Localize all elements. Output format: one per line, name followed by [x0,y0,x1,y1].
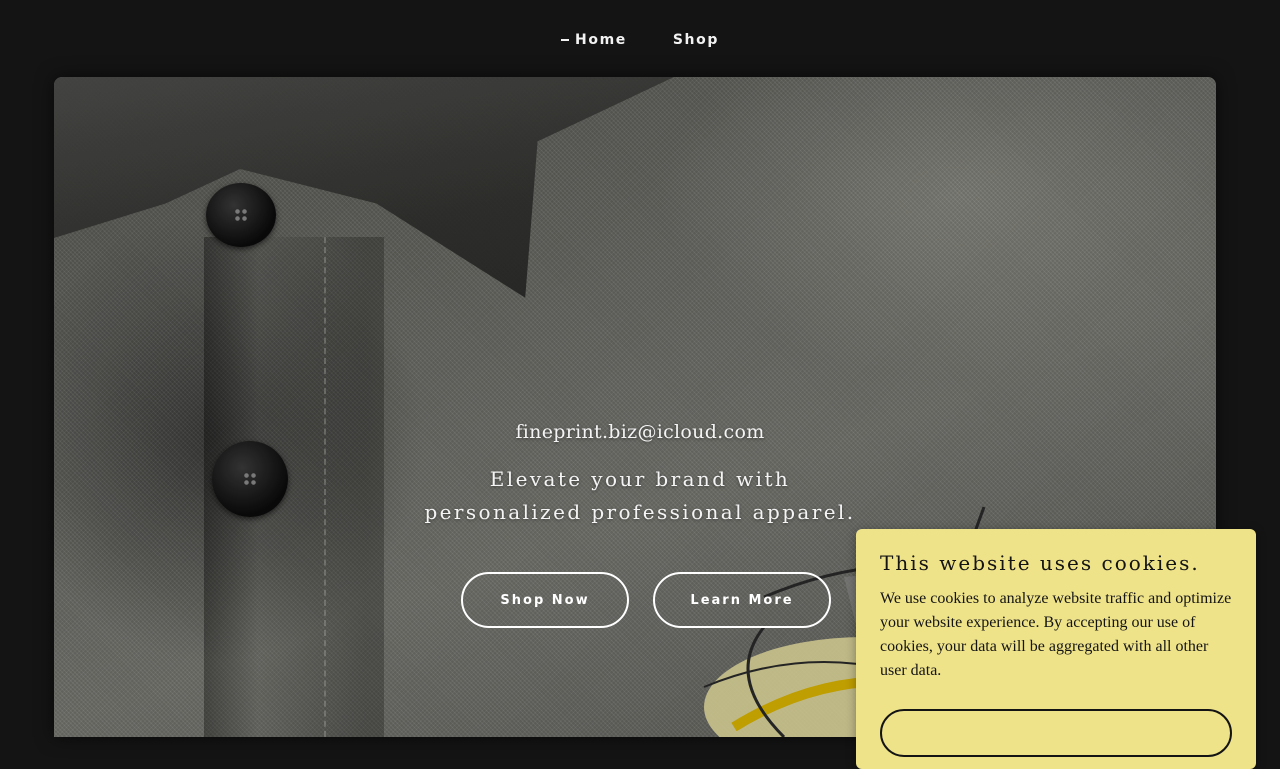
hero-tagline: Elevate your brand with personalized pro… [424,467,856,524]
cookie-banner-title: This website uses cookies. [880,551,1200,575]
shop-now-button[interactable]: Shop Now [461,572,629,628]
cookie-banner-body: We use cookies to analyze website traffi… [880,590,1232,679]
cookie-banner: This website uses cookies. We use cookie… [856,529,1256,769]
nav-list: Home Shop [561,32,719,48]
top-navigation: Home Shop [0,0,1280,78]
cookie-accept-button[interactable] [880,709,1232,757]
learn-more-button[interactable]: Learn More [653,572,831,628]
nav-item-home-label: Home [575,32,627,48]
nav-item-home[interactable]: Home [561,32,627,48]
active-indicator [561,39,570,41]
nav-item-shop[interactable]: Shop [673,32,719,48]
contact-email: fineprint.biz@icloud.com [515,421,765,443]
nav-item-shop-label: Shop [672,32,719,48]
